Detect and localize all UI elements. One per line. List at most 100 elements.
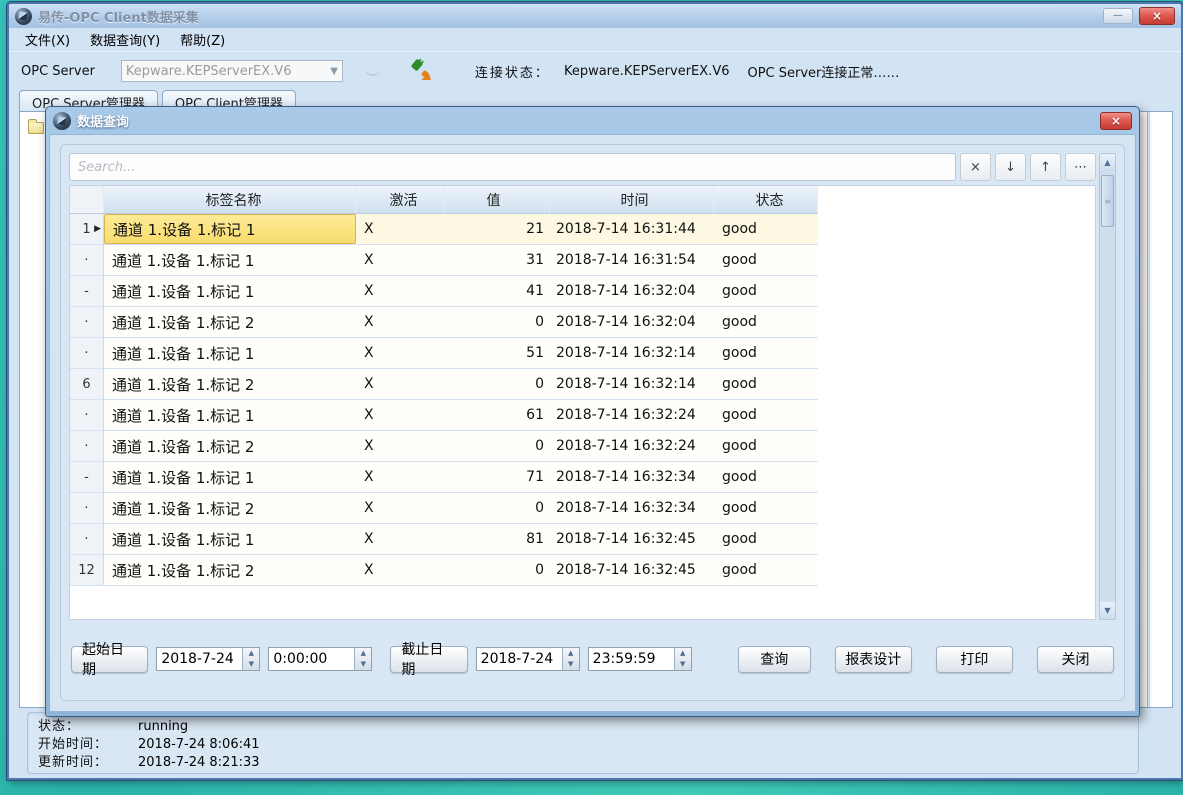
cell-time[interactable]: 2018-7-14 16:32:45: [550, 555, 714, 585]
report-design-button[interactable]: 报表设计: [835, 646, 912, 673]
cell-status[interactable]: good: [714, 555, 818, 585]
cell-time[interactable]: 2018-7-14 16:32:04: [550, 307, 714, 337]
cell-value[interactable]: 31: [444, 245, 550, 275]
cell-time[interactable]: 2018-7-14 16:31:54: [550, 245, 714, 275]
cell-tag-name[interactable]: 通道 1.设备 1.标记 2: [104, 369, 356, 399]
table-row[interactable]: · 通道 1.设备 1.标记 2 X 0 2018-7-14 16:32:24 …: [70, 431, 818, 462]
cell-tag-name[interactable]: 通道 1.设备 1.标记 2: [104, 555, 356, 585]
end-time-spinner[interactable]: ▲▼: [588, 647, 692, 671]
cell-value[interactable]: 0: [444, 493, 550, 523]
cell-value[interactable]: 0: [444, 369, 550, 399]
cell-tag-name[interactable]: 通道 1.设备 1.标记 1: [104, 245, 356, 275]
arrow-down-button[interactable]: ↓: [995, 153, 1026, 181]
cell-tag-name[interactable]: 通道 1.设备 1.标记 1: [104, 400, 356, 430]
scroll-down-icon[interactable]: ▼: [1100, 602, 1115, 619]
cell-tag-name[interactable]: 通道 1.设备 1.标记 1: [104, 276, 356, 306]
cell-status[interactable]: good: [714, 431, 818, 461]
cell-value[interactable]: 81: [444, 524, 550, 554]
query-button[interactable]: 查询: [738, 646, 811, 673]
cell-active[interactable]: X: [356, 555, 444, 585]
table-row[interactable]: · 通道 1.设备 1.标记 2 X 0 2018-7-14 16:32:34 …: [70, 493, 818, 524]
menu-help[interactable]: 帮助(Z): [172, 28, 233, 51]
cell-tag-name[interactable]: 通道 1.设备 1.标记 2: [104, 493, 356, 523]
column-header-active[interactable]: 激活: [356, 186, 444, 213]
end-date-value[interactable]: [477, 648, 562, 670]
cell-tag-name[interactable]: 通道 1.设备 1.标记 1: [104, 524, 356, 554]
close-button[interactable]: ×: [1139, 7, 1175, 25]
table-row[interactable]: 12 通道 1.设备 1.标记 2 X 0 2018-7-14 16:32:45…: [70, 555, 818, 586]
more-options-button[interactable]: ⋯: [1065, 153, 1096, 181]
cell-tag-name[interactable]: 通道 1.设备 1.标记 1: [104, 338, 356, 368]
cell-active[interactable]: X: [356, 245, 444, 275]
cell-time[interactable]: 2018-7-14 16:32:24: [550, 400, 714, 430]
cell-active[interactable]: X: [356, 307, 444, 337]
cell-status[interactable]: good: [714, 369, 818, 399]
table-row[interactable]: 1 ▶ 通道 1.设备 1.标记 1 X 21 2018-7-14 16:31:…: [70, 214, 818, 245]
cell-tag-name[interactable]: 通道 1.设备 1.标记 1: [104, 214, 356, 244]
cell-active[interactable]: X: [356, 276, 444, 306]
cell-tag-name[interactable]: 通道 1.设备 1.标记 1: [104, 462, 356, 492]
scroll-up-icon[interactable]: ▲: [1100, 154, 1115, 171]
table-row[interactable]: - 通道 1.设备 1.标记 1 X 41 2018-7-14 16:32:04…: [70, 276, 818, 307]
cell-tag-name[interactable]: 通道 1.设备 1.标记 2: [104, 307, 356, 337]
cell-active[interactable]: X: [356, 431, 444, 461]
cell-active[interactable]: X: [356, 462, 444, 492]
cell-active[interactable]: X: [356, 400, 444, 430]
search-input[interactable]: [69, 153, 956, 181]
menu-data-query[interactable]: 数据查询(Y): [82, 28, 168, 51]
spinner-arrows-icon[interactable]: ▲▼: [674, 648, 691, 670]
cell-status[interactable]: good: [714, 400, 818, 430]
start-time-spinner[interactable]: ▲▼: [268, 647, 372, 671]
column-header-tag[interactable]: 标签名称: [104, 186, 356, 213]
cell-value[interactable]: 41: [444, 276, 550, 306]
cell-status[interactable]: good: [714, 214, 818, 244]
table-row[interactable]: · 通道 1.设备 1.标记 2 X 0 2018-7-14 16:32:04 …: [70, 307, 818, 338]
cell-status[interactable]: good: [714, 524, 818, 554]
cell-time[interactable]: 2018-7-14 16:32:14: [550, 369, 714, 399]
start-time-value[interactable]: [269, 648, 354, 670]
print-button[interactable]: 打印: [936, 646, 1013, 673]
cell-active[interactable]: X: [356, 524, 444, 554]
clear-search-button[interactable]: ×: [960, 153, 991, 181]
cell-active[interactable]: X: [356, 493, 444, 523]
menu-file[interactable]: 文件(X): [17, 28, 78, 51]
dialog-close-action-button[interactable]: 关闭: [1037, 646, 1114, 673]
start-date-spinner[interactable]: ▲▼: [156, 647, 260, 671]
column-header-value[interactable]: 值: [444, 186, 550, 213]
table-row[interactable]: · 通道 1.设备 1.标记 1 X 81 2018-7-14 16:32:45…: [70, 524, 818, 555]
cell-value[interactable]: 71: [444, 462, 550, 492]
cell-time[interactable]: 2018-7-14 16:32:14: [550, 338, 714, 368]
vertical-scrollbar[interactable]: ▲ ≡ ▼: [1099, 153, 1116, 620]
table-row[interactable]: · 通道 1.设备 1.标记 1 X 51 2018-7-14 16:32:14…: [70, 338, 818, 369]
cell-value[interactable]: 0: [444, 431, 550, 461]
table-row[interactable]: 6 通道 1.设备 1.标记 2 X 0 2018-7-14 16:32:14 …: [70, 369, 818, 400]
cell-time[interactable]: 2018-7-14 16:32:34: [550, 462, 714, 492]
cell-status[interactable]: good: [714, 307, 818, 337]
cell-status[interactable]: good: [714, 338, 818, 368]
cell-time[interactable]: 2018-7-14 16:31:44: [550, 214, 714, 244]
end-time-value[interactable]: [589, 648, 674, 670]
column-header-status[interactable]: 状态: [714, 186, 818, 213]
start-date-button[interactable]: 起始日期: [71, 646, 148, 673]
table-row[interactable]: · 通道 1.设备 1.标记 1 X 61 2018-7-14 16:32:24…: [70, 400, 818, 431]
table-row[interactable]: · 通道 1.设备 1.标记 1 X 31 2018-7-14 16:31:54…: [70, 245, 818, 276]
connect-plug-icon[interactable]: [409, 58, 435, 84]
cell-status[interactable]: good: [714, 493, 818, 523]
cell-time[interactable]: 2018-7-14 16:32:04: [550, 276, 714, 306]
cell-value[interactable]: 0: [444, 555, 550, 585]
cell-status[interactable]: good: [714, 462, 818, 492]
cell-active[interactable]: X: [356, 369, 444, 399]
cell-value[interactable]: 51: [444, 338, 550, 368]
opc-server-combobox[interactable]: Kepware.KEPServerEX.V6 ▼: [121, 60, 343, 82]
cell-tag-name[interactable]: 通道 1.设备 1.标记 2: [104, 431, 356, 461]
spinner-arrows-icon[interactable]: ▲▼: [354, 648, 371, 670]
cell-value[interactable]: 21: [444, 214, 550, 244]
table-row[interactable]: - 通道 1.设备 1.标记 1 X 71 2018-7-14 16:32:34…: [70, 462, 818, 493]
cell-active[interactable]: X: [356, 214, 444, 244]
cell-time[interactable]: 2018-7-14 16:32:24: [550, 431, 714, 461]
cell-value[interactable]: 61: [444, 400, 550, 430]
scrollbar-thumb[interactable]: ≡: [1101, 175, 1114, 227]
end-date-spinner[interactable]: ▲▼: [476, 647, 580, 671]
cell-time[interactable]: 2018-7-14 16:32:34: [550, 493, 714, 523]
start-date-value[interactable]: [157, 648, 242, 670]
